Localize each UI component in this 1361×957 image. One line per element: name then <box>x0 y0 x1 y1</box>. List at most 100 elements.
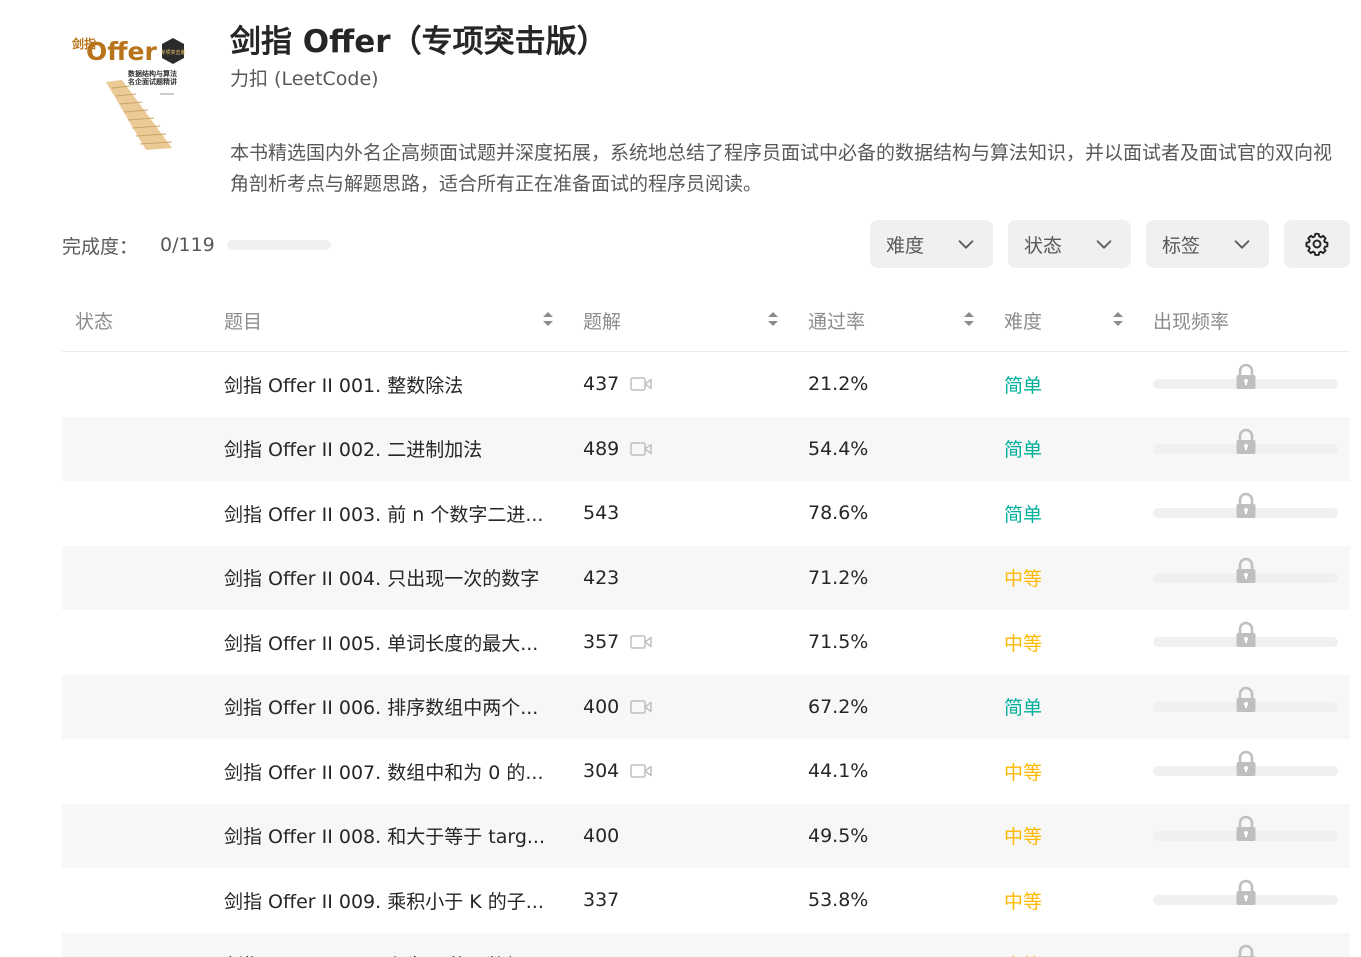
video-icon[interactable] <box>630 352 652 416</box>
sort-icon[interactable] <box>1112 310 1124 328</box>
completion-label: 完成度： <box>62 235 139 258</box>
frequency-cell[interactable] <box>1153 417 1338 481</box>
table-row[interactable]: 剑指 Offer II 007. 数组中和为 0 的... 304 44.1% 中等 <box>62 739 1350 804</box>
solution-count[interactable]: 400 <box>583 675 619 739</box>
problem-title[interactable]: 剑指 Offer II 008. 和大于等于 targ... <box>224 804 554 868</box>
lock-icon <box>1234 557 1258 585</box>
frequency-bar <box>1153 879 1338 905</box>
book-title: 剑指 Offer（专项突击版） <box>230 24 608 60</box>
problem-title[interactable]: 剑指 Offer II 004. 只出现一次的数字 <box>224 546 554 610</box>
frequency-cell[interactable] <box>1153 933 1338 957</box>
header-acceptance[interactable]: 通过率 <box>808 288 865 352</box>
difficulty-label: 中等 <box>1004 826 1043 848</box>
solution-count[interactable]: 423 <box>583 546 619 610</box>
lock-icon <box>1234 815 1258 843</box>
table-row[interactable]: 剑指 Offer II 006. 排序数组中两个... 400 67.2% 简单 <box>62 674 1350 739</box>
difficulty-label: 简单 <box>1004 697 1043 719</box>
sort-icon[interactable] <box>767 310 779 328</box>
svg-text:名企面试题精讲: 名企面试题精讲 <box>128 77 177 86</box>
problem-title[interactable]: 剑指 Offer II 009. 乘积小于 K 的子... <box>224 868 554 932</box>
difficulty-label: 中等 <box>1004 890 1043 913</box>
sort-icon[interactable] <box>542 310 554 328</box>
video-icon[interactable] <box>630 675 652 739</box>
acceptance-rate: 53.8% <box>808 889 869 911</box>
frequency-bar <box>1153 815 1338 841</box>
book-author[interactable]: 力扣 (LeetCode) <box>230 64 379 91</box>
table-row[interactable]: 剑指 Offer II 002. 二进制加法 489 54.4% 简单 <box>62 416 1350 481</box>
frequency-cell[interactable] <box>1153 868 1338 932</box>
problem-title[interactable]: 剑指 Offer II 005. 单词长度的最大... <box>224 610 554 674</box>
frequency-bar <box>1153 428 1338 454</box>
table-row[interactable]: 剑指 Offer II 001. 整数除法 437 21.2% 简单 <box>62 352 1350 417</box>
video-icon[interactable] <box>630 610 652 674</box>
lock-icon <box>1234 750 1258 778</box>
lock-icon <box>1234 944 1258 957</box>
frequency-bar <box>1153 492 1338 518</box>
book-cover-image: 剑指 Offer 专项突击版 数据结构与算法 名企面试题精讲 <box>62 22 202 154</box>
tags-filter-label: 标签 <box>1162 234 1201 257</box>
solution-count[interactable]: 400 <box>583 804 619 868</box>
book-description: 本书精选国内外名企高频面试题并深度拓展，系统地总结了程序员面试中必备的数据结构与… <box>230 142 1333 195</box>
chevron-down-icon <box>958 240 974 249</box>
solution-count[interactable]: 304 <box>583 739 619 803</box>
difficulty-label: 中等 <box>1004 632 1043 655</box>
table-row[interactable]: 剑指 Offer II 010. 和为 k 的子数组 中等 <box>62 932 1350 957</box>
solution-count[interactable]: 437 <box>583 352 619 416</box>
chevron-down-icon <box>1234 240 1250 249</box>
table-row[interactable]: 剑指 Offer II 003. 前 n 个数字二进... 543 78.6% 简单 <box>62 481 1350 546</box>
settings-button[interactable] <box>1284 220 1350 268</box>
header-difficulty[interactable]: 难度 <box>1004 288 1042 352</box>
frequency-bar <box>1153 621 1338 647</box>
video-icon[interactable] <box>630 417 652 481</box>
svg-text:Offer: Offer <box>86 37 157 66</box>
solution-count[interactable]: 489 <box>583 417 619 481</box>
header-title[interactable]: 题目 <box>224 288 262 352</box>
frequency-cell[interactable] <box>1153 352 1338 416</box>
frequency-cell[interactable] <box>1153 739 1338 803</box>
frequency-cell[interactable] <box>1153 675 1338 739</box>
difficulty-label: 中等 <box>1004 933 1042 957</box>
problem-title[interactable]: 剑指 Offer II 010. 和为 k 的子数组 <box>224 933 554 957</box>
table-header: 状态 题目 题解 通过率 难度 出现频率 <box>62 288 1350 352</box>
tags-filter[interactable]: 标签 <box>1146 220 1269 268</box>
sort-icon[interactable] <box>963 310 975 328</box>
difficulty-label: 中等 <box>1004 568 1043 590</box>
header-frequency: 出现频率 <box>1153 310 1230 333</box>
frequency-bar <box>1153 750 1338 776</box>
table-row[interactable]: 剑指 Offer II 005. 单词长度的最大... 357 71.5% 中等 <box>62 610 1350 675</box>
acceptance-rate: 71.2% <box>808 566 869 589</box>
lock-icon <box>1234 879 1258 907</box>
solution-count[interactable]: 337 <box>583 868 619 932</box>
video-icon[interactable] <box>630 739 652 803</box>
difficulty-label: 简单 <box>1004 374 1043 397</box>
completion-progress: 完成度： 0/119 <box>62 231 331 259</box>
lock-icon <box>1234 621 1258 649</box>
difficulty-label: 简单 <box>1004 439 1043 461</box>
frequency-cell[interactable] <box>1153 610 1338 674</box>
problem-title[interactable]: 剑指 Offer II 007. 数组中和为 0 的... <box>224 739 554 803</box>
table-row[interactable]: 剑指 Offer II 009. 乘积小于 K 的子... 337 53.8% 中等 <box>62 868 1350 933</box>
problem-title[interactable]: 剑指 Offer II 003. 前 n 个数字二进... <box>224 481 554 545</box>
solution-count[interactable]: 357 <box>583 610 619 674</box>
difficulty-label: 中等 <box>1004 761 1043 784</box>
completion-value: 0/119 <box>160 234 215 256</box>
problem-title[interactable]: 剑指 Offer II 006. 排序数组中两个... <box>224 675 554 739</box>
table-row[interactable]: 剑指 Offer II 008. 和大于等于 targ... 400 49.5% 中等 <box>62 803 1350 868</box>
problem-title[interactable]: 剑指 Offer II 002. 二进制加法 <box>224 417 554 481</box>
problem-list-page: 剑指 Offer 专项突击版 数据结构与算法 名企面试题精讲 剑指 Offer（… <box>0 0 1361 957</box>
frequency-cell[interactable] <box>1153 546 1338 610</box>
status-filter[interactable]: 状态 <box>1008 220 1131 268</box>
lock-icon <box>1234 428 1258 456</box>
solution-count[interactable]: 543 <box>583 481 619 545</box>
difficulty-filter[interactable]: 难度 <box>870 220 993 268</box>
frequency-cell[interactable] <box>1153 481 1338 545</box>
problem-title[interactable]: 剑指 Offer II 001. 整数除法 <box>224 352 554 416</box>
frequency-cell[interactable] <box>1153 804 1338 868</box>
table-row[interactable]: 剑指 Offer II 004. 只出现一次的数字 423 71.2% 中等 <box>62 545 1350 610</box>
problem-table-body: 剑指 Offer II 001. 整数除法 437 21.2% 简单 剑指 Offer … <box>62 352 1350 957</box>
lock-icon <box>1234 363 1258 391</box>
header-solutions[interactable]: 题解 <box>583 288 621 352</box>
completion-bar <box>226 240 331 250</box>
difficulty-label: 简单 <box>1004 503 1043 526</box>
acceptance-rate: 21.2% <box>808 373 869 395</box>
